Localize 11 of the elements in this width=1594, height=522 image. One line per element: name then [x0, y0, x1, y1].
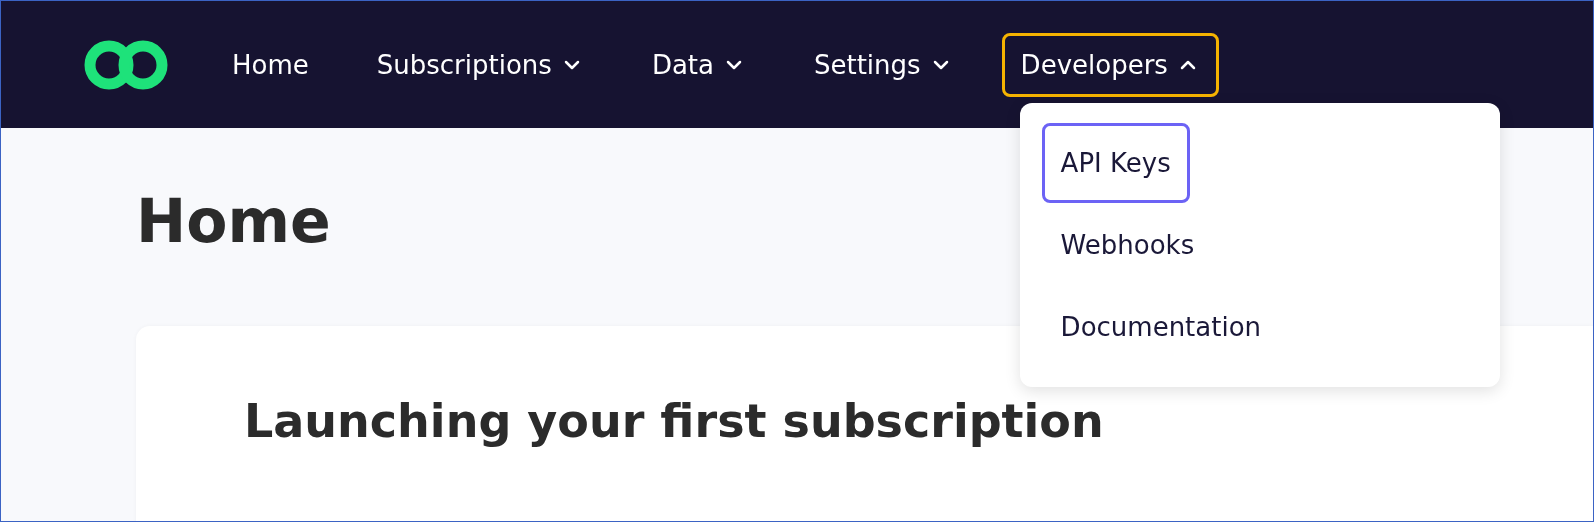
nav-menu-item[interactable]: Home: [213, 32, 328, 97]
nav-menu-item[interactable]: Subscriptions: [357, 32, 603, 97]
dropdown-item[interactable]: API Keys: [1041, 122, 1190, 203]
nav-menu-item[interactable]: Data: [632, 32, 765, 97]
nav-menu-item[interactable]: Settings: [794, 32, 972, 97]
logo-icon: [83, 38, 169, 91]
card-title: Launching your first subscription: [244, 394, 1105, 448]
dropdown-item[interactable]: Webhooks: [1041, 204, 1214, 285]
page-title: Home: [136, 188, 331, 254]
dropdown-item[interactable]: Documentation: [1041, 286, 1281, 367]
nav-menu-item[interactable]: Developers: [1001, 32, 1219, 97]
